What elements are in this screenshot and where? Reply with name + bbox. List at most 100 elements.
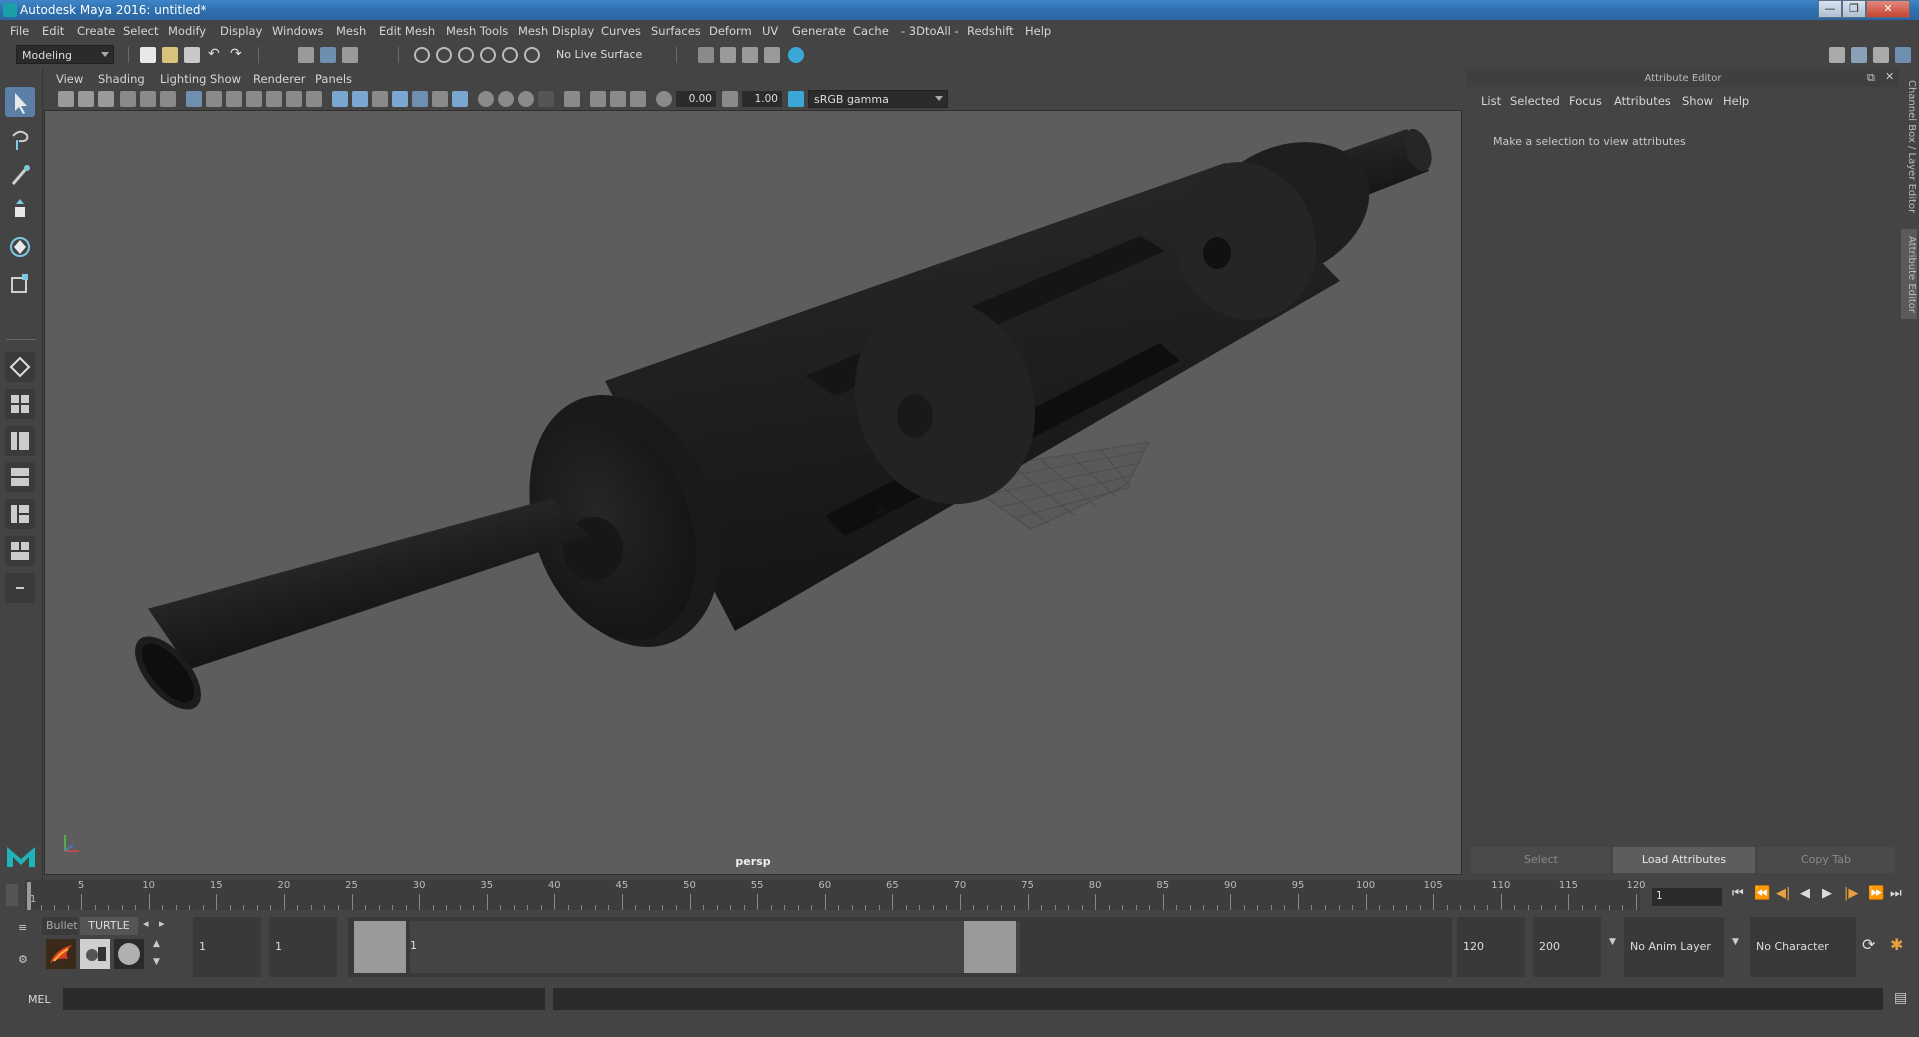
resolution-gate-icon[interactable] — [226, 91, 242, 107]
menu-create[interactable]: Create — [77, 24, 115, 38]
frame-ruler[interactable]: 1 5 10 15 20 25 30 35 40 45 50 55 60 65 70 75 80 85 90 95 10… — [25, 880, 1646, 910]
menu-windows[interactable]: Windows — [272, 24, 323, 38]
range-end-handle[interactable] — [964, 921, 1016, 973]
end-frame-field[interactable]: 200 — [1533, 917, 1601, 977]
outliner-icon[interactable] — [1873, 47, 1889, 63]
menu-generate[interactable]: Generate — [792, 24, 846, 38]
anim-layer-dropdown[interactable]: No Anim Layer — [1624, 917, 1724, 977]
panel-menu-view[interactable]: View — [56, 72, 83, 86]
playback-start-field[interactable]: 1 — [269, 917, 337, 977]
load-attributes-button[interactable]: Load Attributes — [1613, 847, 1755, 873]
xray-components-icon[interactable] — [630, 91, 646, 107]
smooth-shade-icon[interactable] — [352, 91, 368, 107]
move-tool-icon[interactable] — [5, 196, 35, 226]
select-component-icon[interactable] — [342, 47, 358, 63]
textured-icon[interactable] — [412, 91, 428, 107]
open-scene-icon[interactable] — [162, 47, 178, 63]
attr-menu-attributes[interactable]: Attributes — [1614, 94, 1671, 108]
menu-file[interactable]: File — [10, 24, 29, 38]
attr-menu-list[interactable]: List — [1481, 94, 1501, 108]
snap-surface-icon[interactable] — [502, 47, 518, 63]
select-object-icon[interactable] — [320, 47, 336, 63]
2d-pan-zoom-icon[interactable] — [140, 91, 156, 107]
snap-view-plane-icon[interactable] — [480, 47, 496, 63]
shelf-scroll-right-icon[interactable]: ▸ — [159, 917, 165, 930]
attr-menu-focus[interactable]: Focus — [1569, 94, 1602, 108]
film-gate-icon[interactable] — [206, 91, 222, 107]
select-tool-icon[interactable] — [5, 87, 35, 117]
safe-action-icon[interactable] — [286, 91, 302, 107]
menuset-dropdown[interactable]: Modeling — [16, 45, 114, 64]
render-view-icon[interactable] — [764, 47, 780, 63]
select-hierarchy-icon[interactable] — [298, 47, 314, 63]
viewport-persp[interactable]: persp — [44, 110, 1462, 875]
default-material-icon[interactable] — [372, 91, 388, 107]
step-back-frame-icon[interactable]: ◀| — [1776, 886, 1790, 901]
rotate-tool-icon[interactable] — [5, 232, 35, 262]
xray-icon[interactable] — [590, 91, 606, 107]
panel-menu-shading[interactable]: Shading — [98, 72, 145, 86]
character-set-dropdown[interactable]: No Character Set — [1750, 917, 1856, 1013]
panel-menu-lighting[interactable]: Lighting — [160, 72, 206, 86]
panel-menu-renderer[interactable]: Renderer — [253, 72, 306, 86]
attr-menu-help[interactable]: Help — [1723, 94, 1749, 108]
playback-end-field[interactable]: 120 — [1457, 917, 1525, 977]
channel-box-icon[interactable] — [1895, 47, 1911, 63]
depth-of-field-icon[interactable] — [538, 91, 554, 107]
single-perspective-view-icon[interactable] — [5, 352, 35, 382]
minimize-icon[interactable]: — — [1818, 0, 1842, 18]
view-transform-dropdown[interactable]: sRGB gamma — [808, 90, 948, 108]
menu-mesh[interactable]: Mesh — [336, 24, 366, 38]
render-icon[interactable] — [80, 939, 110, 969]
maximize-icon[interactable]: ❐ — [1842, 0, 1866, 18]
exposure-icon[interactable] — [656, 91, 672, 107]
sphere-shader-icon[interactable] — [114, 939, 144, 969]
menu-modify[interactable]: Modify — [168, 24, 206, 38]
command-input[interactable] — [63, 988, 545, 1010]
image-plane-icon[interactable] — [120, 91, 136, 107]
step-forward-key-icon[interactable]: ⏩ — [1868, 886, 1884, 901]
menu-mesh-tools[interactable]: Mesh Tools — [446, 24, 508, 38]
chevron-down-icon[interactable]: ▼ — [1609, 937, 1616, 947]
menu-display[interactable]: Display — [220, 24, 262, 38]
menu-select[interactable]: Select — [123, 24, 158, 38]
outliner-layout-icon[interactable] — [5, 536, 35, 566]
auto-key-icon[interactable]: ⟳ — [1862, 935, 1875, 954]
current-frame-field[interactable]: 1 — [1652, 888, 1722, 906]
motion-blur-icon[interactable] — [498, 91, 514, 107]
menu-deform[interactable]: Deform — [709, 24, 752, 38]
lasso-tool-icon[interactable] — [5, 124, 35, 154]
range-start-handle[interactable] — [354, 921, 406, 973]
color-management-icon[interactable] — [788, 91, 804, 107]
camera-attributes-icon[interactable] — [78, 91, 94, 107]
menu-cache[interactable]: Cache — [853, 24, 889, 38]
panel-menu-panels[interactable]: Panels — [315, 72, 352, 86]
xray-joints-icon[interactable] — [610, 91, 626, 107]
start-frame-field[interactable]: 1 — [193, 917, 261, 977]
fire-shelf-icon[interactable] — [46, 939, 76, 969]
menu-edit[interactable]: Edit — [42, 24, 64, 38]
snap-curve-icon[interactable] — [436, 47, 452, 63]
chevron-down-icon[interactable]: ▼ — [1732, 937, 1739, 947]
menu-3dtoall[interactable]: - 3DtoAll - — [901, 24, 959, 38]
close-panel-icon[interactable]: ✕ — [1885, 70, 1894, 83]
modeling-toolkit-icon[interactable] — [1851, 47, 1867, 63]
grease-pencil-icon[interactable] — [160, 91, 176, 107]
menu-uv[interactable]: UV — [762, 24, 778, 38]
gate-mask-icon[interactable] — [246, 91, 262, 107]
play-backwards-icon[interactable]: ◀ — [1800, 886, 1810, 901]
ipr-render-icon[interactable] — [742, 47, 758, 63]
menu-redshift[interactable]: Redshift — [967, 24, 1014, 38]
redo-icon[interactable]: ↷ — [230, 47, 246, 63]
select-button[interactable]: Select — [1471, 847, 1611, 873]
gamma-icon[interactable] — [722, 91, 738, 107]
copy-tab-button[interactable]: Copy Tab — [1757, 847, 1895, 873]
bookmark-icon[interactable] — [98, 91, 114, 107]
hypershade-layout-icon[interactable] — [5, 499, 35, 529]
shelf-scroll-up-icon[interactable]: ▲ — [153, 939, 160, 949]
make-live-icon[interactable] — [524, 47, 540, 63]
shelf-scroll-left-icon[interactable]: ◂ — [143, 917, 149, 930]
shelf-tab-turtle[interactable]: TURTLE — [80, 917, 138, 935]
persp-outliner-layout-icon[interactable] — [5, 426, 35, 456]
shelf-scroll-down-icon[interactable]: ▼ — [153, 957, 160, 967]
